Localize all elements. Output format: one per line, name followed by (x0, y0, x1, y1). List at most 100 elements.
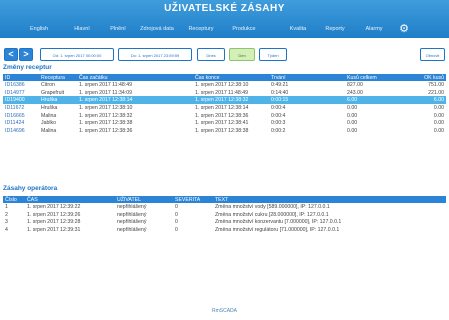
nav-item-reporty[interactable]: Reporty (318, 22, 352, 36)
table-cell: 0:00:4 (271, 104, 286, 111)
table-cell: 1. srpen 2017 12:38:38 (79, 120, 133, 127)
table-cell: Hruška (41, 104, 58, 111)
table-cell: 1. srpen 2017 11:48:49 (79, 81, 132, 88)
table-cell: ID14696 (5, 127, 25, 134)
table-cell: 751.00 (428, 81, 444, 88)
column-header[interactable]: ID (3, 74, 39, 81)
column-header[interactable]: TEXT (213, 196, 446, 203)
table-row[interactable]: ID11424 Jablko 1. srpen 2017 12:38:38 1. sr… (3, 119, 446, 127)
column-header[interactable]: Čas začátku (77, 74, 193, 81)
column-header[interactable]: Kusů celkem (345, 74, 401, 81)
table-row[interactable]: 1 1. srpen 2017 12:39:22 nepřihlášený 0 Změn… (3, 203, 446, 211)
table-cell: 0.00 (433, 112, 444, 119)
column-header[interactable]: Číslo (3, 196, 25, 203)
table-cell: Malina (41, 112, 57, 119)
nav-item-plneni[interactable]: Plnění (102, 22, 134, 36)
table-cell: 0:00:3 (271, 120, 286, 127)
table-cell: nepřihlášený (117, 226, 147, 233)
table-cell: 0 (175, 211, 178, 218)
table-cell: 1. srpen 2017 12:39:31 (27, 226, 81, 233)
table-row[interactable]: ID14977 Grapefruit 1. srpen 2017 11:34:09 1… (3, 89, 446, 97)
table-cell: 1. srpen 2017 12:38:36 (79, 127, 133, 134)
column-header[interactable]: UŽIVATEL (115, 196, 173, 203)
table-cell: ID11424 (5, 120, 25, 127)
nav-item-english[interactable]: English (18, 22, 60, 36)
to-date-button[interactable]: Do: 1. srpen 2017 23:59:59 (118, 48, 192, 61)
table-cell: 0.00 (433, 104, 444, 111)
table-row[interactable]: ID14696 Malina 1. srpen 2017 12:38:36 1. sr… (3, 127, 446, 135)
table-cell: 0:49:21 (271, 81, 289, 88)
table-cell: ID14977 (5, 89, 25, 96)
column-header[interactable]: ČAS (25, 196, 115, 203)
gear-icon[interactable]: ⚙ (397, 22, 411, 36)
column-header[interactable]: OK kusů (401, 74, 446, 81)
table-cell: 1. srpen 2017 12:38:10 (79, 104, 133, 111)
prev-button[interactable]: < (4, 48, 18, 61)
table-row[interactable]: 2 1. srpen 2017 12:39:26 nepřihlášený 0 Změn… (3, 211, 446, 219)
table-cell: ID16665 (5, 112, 25, 119)
table-cell: 1. srpen 2017 12:38:14 (195, 104, 249, 111)
table-cell: 1. srpen 2017 12:38:32 (79, 112, 133, 119)
table-cell: 0:00:4 (271, 112, 286, 119)
nav-item-kvalita[interactable]: Kvalita (284, 22, 312, 36)
table-cell: 0.00 (347, 120, 358, 127)
table-cell: nepřihlášený (117, 203, 147, 210)
table-cell: Hruška (39, 96, 77, 105)
table-row-selected[interactable]: ID19400 Hruška 1. srpen 2017 12:38:14 1. sr… (3, 96, 446, 105)
table-cell: Změna množství cukru [28.000000], IP: 12… (215, 211, 329, 218)
table-cell: 1. srpen 2017 12:38:32 (193, 96, 269, 105)
table-cell: 243.00 (347, 89, 363, 96)
table-cell: nepřihlášený (117, 219, 147, 226)
table-row[interactable]: ID16386 Citron 1. srpen 2017 11:48:49 1. sr… (3, 81, 446, 89)
table-cell: Změna množství regulátoru [71.000000], I… (215, 226, 340, 233)
table-cell: 1. srpen 2017 12:38:10 (195, 81, 249, 88)
table-cell: 6.00 (401, 96, 446, 105)
table-cell: ID16386 (5, 81, 25, 88)
recipes-table: ID Receptura Čas začátku Čas konce Trván… (3, 74, 446, 135)
recipes-section-title: Změny receptur (3, 64, 52, 71)
week-button[interactable]: Týden (259, 48, 287, 61)
table-cell: 1. srpen 2017 11:34:09 (79, 89, 132, 96)
table-cell: 1. srpen 2017 12:39:26 (27, 211, 81, 218)
table-cell: 827.00 (347, 81, 363, 88)
column-header[interactable]: SEVERITA (173, 196, 213, 203)
table-cell: ID11672 (5, 104, 25, 111)
refresh-button[interactable]: Obnovit (420, 48, 445, 61)
operator-table: Číslo ČAS UŽIVATEL SEVERITA TEXT 1 1. srp… (3, 196, 446, 234)
table-cell: 0:14:40 (271, 89, 289, 96)
table-cell: 0:00:15 (269, 96, 345, 105)
table-row[interactable]: ID16665 Malina 1. srpen 2017 12:38:32 1. sr… (3, 112, 446, 120)
table-cell: 0:00:2 (271, 127, 286, 134)
table-cell: 221.00 (428, 89, 444, 96)
table-cell: 0 (175, 226, 178, 233)
table-header-row: Číslo ČAS UŽIVATEL SEVERITA TEXT (3, 196, 446, 203)
table-cell: 1. srpen 2017 11:48:49 (195, 89, 248, 96)
from-date-button[interactable]: Od: 1. srpen 2017 00:00:00 (40, 48, 114, 61)
table-row[interactable]: 3 1. srpen 2017 12:39:28 nepřihlášený 0 Změn… (3, 218, 446, 226)
table-cell: 2 (5, 211, 8, 218)
footer-logo: RmSCADA (211, 308, 237, 314)
table-row[interactable]: ID11672 Hruška 1. srpen 2017 12:38:10 1. sr… (3, 104, 446, 112)
table-cell: 0.00 (347, 112, 358, 119)
table-cell: Změna množství konzervantu [7.000000], I… (215, 219, 342, 226)
nav-item-alarmy[interactable]: Alarmy (358, 22, 390, 36)
nav-item-zdrojova-data[interactable]: Zdrojová data (136, 22, 178, 36)
table-cell: 1. srpen 2017 12:38:14 (77, 96, 193, 105)
table-cell: ID19400 (3, 96, 39, 105)
day-button[interactable]: Den (229, 48, 255, 61)
page-title: UŽIVATELSKÉ ZÁSAHY (164, 3, 285, 14)
next-button[interactable]: > (19, 48, 33, 61)
nav-item-produkce[interactable]: Produkce (224, 22, 264, 36)
table-cell: Citron (41, 81, 55, 88)
table-row[interactable]: 4 1. srpen 2017 12:39:31 nepřihlášený 0 Změn… (3, 226, 446, 234)
table-cell: 1. srpen 2017 12:39:22 (27, 203, 81, 210)
table-cell: 1 (5, 203, 8, 210)
table-cell: 0 (175, 219, 178, 226)
column-header[interactable]: Čas konce (193, 74, 269, 81)
column-header[interactable]: Trvání (269, 74, 345, 81)
main-nav: English Hlavní Plnění Zdrojová data Rece… (0, 22, 449, 36)
column-header[interactable]: Receptura (39, 74, 77, 81)
today-button[interactable]: Dnes (197, 48, 225, 61)
nav-item-hlavni[interactable]: Hlavní (66, 22, 98, 36)
nav-item-receptury[interactable]: Receptury (182, 22, 220, 36)
